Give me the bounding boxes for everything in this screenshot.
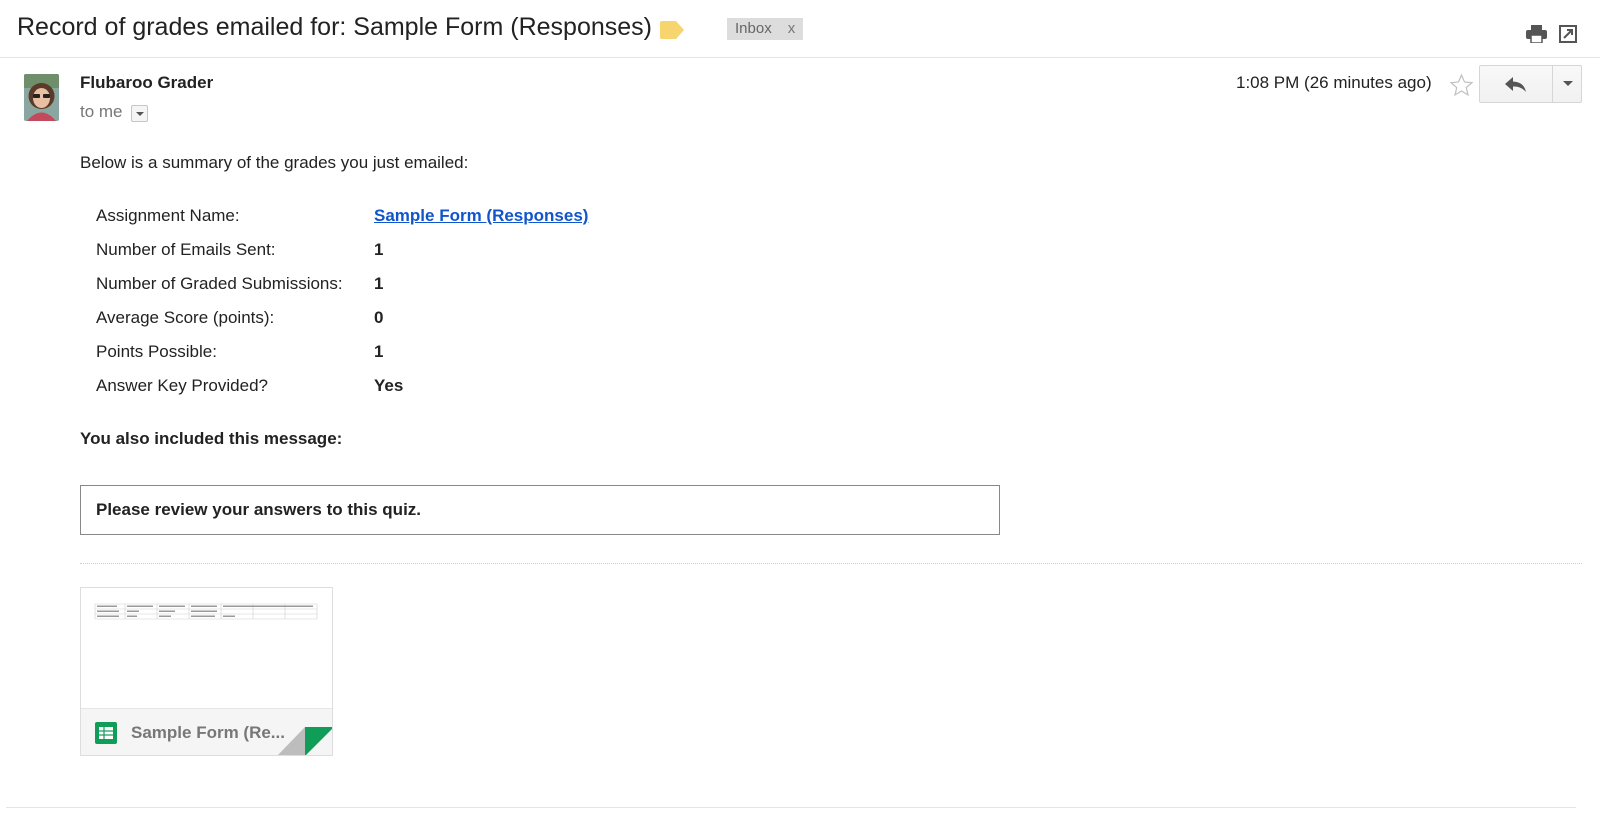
summary-key: Answer Key Provided? — [96, 376, 268, 395]
summary-value: 1 — [374, 342, 384, 361]
open-in-new-window-icon[interactable] — [1559, 25, 1577, 43]
attachment-card[interactable]: Sample Form (Re... — [80, 587, 333, 756]
summary-row: Number of Graded Submissions: 1 — [96, 272, 588, 306]
sender-avatar[interactable] — [24, 74, 59, 121]
summary-key: Number of Emails Sent: — [96, 240, 276, 259]
remove-label-button[interactable]: x — [788, 20, 796, 37]
inbox-label-text: Inbox — [735, 20, 772, 37]
summary-row: Assignment Name: Sample Form (Responses) — [96, 204, 588, 238]
included-message-heading: You also included this message: — [80, 429, 343, 448]
summary-value: Yes — [374, 376, 404, 395]
summary-key: Average Score (points): — [96, 308, 275, 327]
summary-key: Number of Graded Submissions: — [96, 274, 343, 293]
summary-value: Sample Form (Responses) — [374, 204, 588, 238]
more-reply-options-button[interactable] — [1552, 66, 1582, 102]
attachment-divider — [80, 563, 1582, 564]
reply-button-group — [1479, 65, 1582, 103]
summary-row: Answer Key Provided? Yes — [96, 374, 588, 408]
subject-bar: Record of grades emailed for: Sample For… — [0, 0, 1600, 58]
summary-value: 0 — [374, 308, 384, 327]
label-tag-icon[interactable] — [660, 21, 684, 39]
recipient-line: to me — [80, 102, 123, 121]
summary-row: Number of Emails Sent: 1 — [96, 238, 588, 272]
reply-icon — [1505, 77, 1526, 92]
message-timestamp: 1:08 PM (26 minutes ago) — [1236, 73, 1432, 92]
show-details-dropdown-icon[interactable] — [131, 105, 148, 122]
print-icon[interactable] — [1526, 25, 1547, 43]
grades-summary-table: Assignment Name: Sample Form (Responses)… — [96, 204, 588, 408]
summary-row: Points Possible: 1 — [96, 340, 588, 374]
summary-intro: Below is a summary of the grades you jus… — [80, 153, 469, 172]
summary-key: Assignment Name: — [96, 206, 240, 225]
attachment-thumbnail — [81, 588, 332, 708]
included-message-box: Please review your answers to this quiz. — [80, 485, 1000, 535]
reply-button[interactable] — [1480, 66, 1552, 102]
google-sheets-icon — [95, 722, 117, 744]
email-subject: Record of grades emailed for: Sample For… — [17, 13, 652, 41]
summary-key: Points Possible: — [96, 342, 217, 361]
star-icon[interactable] — [1449, 73, 1474, 98]
next-message-divider — [6, 807, 1576, 808]
inbox-label-chip: Inbox x — [727, 18, 804, 40]
attachment-name[interactable]: Sample Form (Re... — [131, 723, 285, 743]
summary-row: Average Score (points): 0 — [96, 306, 588, 340]
summary-value: 1 — [374, 240, 384, 259]
summary-value: 1 — [374, 274, 384, 293]
sender-name[interactable]: Flubaroo Grader — [80, 73, 213, 93]
assignment-link[interactable]: Sample Form (Responses) — [374, 206, 588, 225]
attachment-corner-fold-icon — [277, 727, 332, 755]
